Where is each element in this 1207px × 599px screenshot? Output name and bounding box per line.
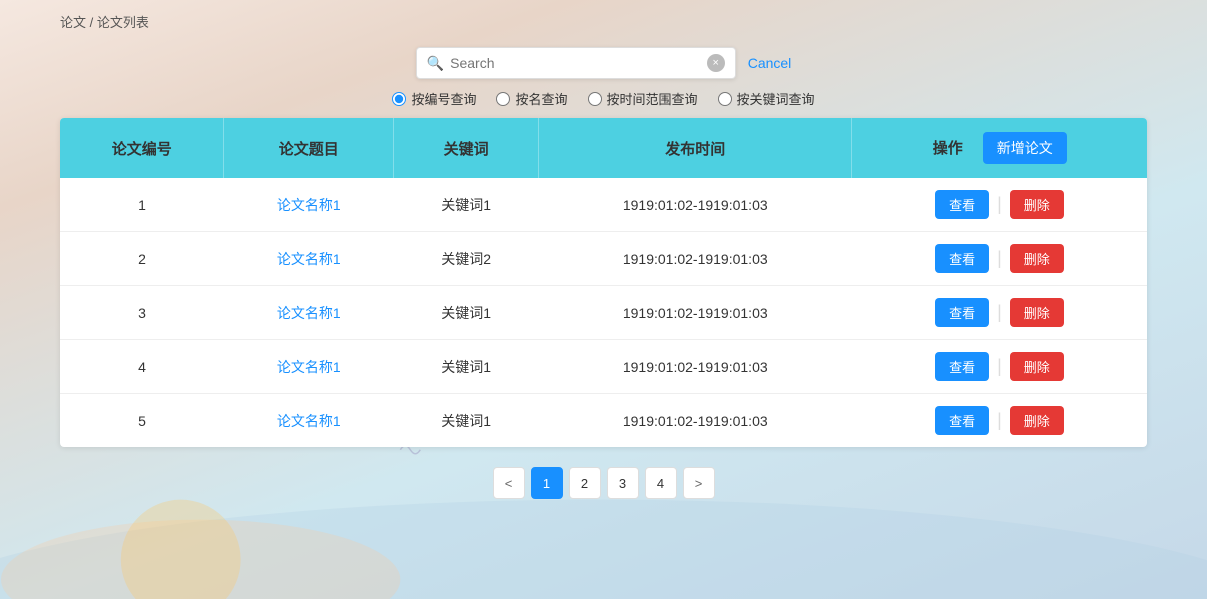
view-button[interactable]: 查看 [935,352,989,381]
cell-time: 1919:01:02-1919:01:03 [539,340,852,394]
delete-button[interactable]: 删除 [1010,190,1064,219]
pagination-page-3[interactable]: 3 [607,467,639,499]
cancel-button[interactable]: Cancel [748,55,792,71]
cell-keywords: 关键词1 [394,394,539,448]
col-header-4: 操作 新增论文 [852,118,1147,178]
filter-radio-by-time[interactable] [588,92,602,106]
action-divider: | [997,356,1002,377]
breadcrumb-root: 论文 [60,15,86,30]
filter-by-time[interactable]: 按时间范围查询 [588,89,698,108]
pagination-next[interactable]: > [683,467,715,499]
cell-title: 论文名称1 [224,286,394,340]
cell-time: 1919:01:02-1919:01:03 [539,286,852,340]
cell-time: 1919:01:02-1919:01:03 [539,394,852,448]
delete-button[interactable]: 删除 [1010,352,1064,381]
cell-id: 1 [60,178,224,232]
cell-keywords: 关键词2 [394,232,539,286]
search-input-wrapper: 🔍 × [416,47,736,79]
table-container: 论文编号论文题目关键词发布时间操作新增论文 1论文名称1关键词11919:01:… [60,118,1147,447]
cell-id: 2 [60,232,224,286]
table-row: 2 论文名称1 关键词21919:01:02-1919:01:03 查看 | 删除 [60,232,1147,286]
breadcrumb-current: 论文列表 [97,15,149,30]
filter-label-by-number: 按编号查询 [411,89,476,108]
cell-id: 5 [60,394,224,448]
search-icon: 🔍 [427,55,444,72]
filter-by-number[interactable]: 按编号查询 [392,89,476,108]
delete-button[interactable]: 删除 [1010,406,1064,435]
view-button[interactable]: 查看 [935,406,989,435]
cell-id: 3 [60,286,224,340]
search-bar-row: 🔍 × Cancel [416,47,792,79]
add-paper-button[interactable]: 新增论文 [983,132,1067,164]
cell-keywords: 关键词1 [394,178,539,232]
pagination-prev[interactable]: < [493,467,525,499]
delete-button[interactable]: 删除 [1010,244,1064,273]
table-row: 5 论文名称1 关键词11919:01:02-1919:01:03 查看 | 删除 [60,394,1147,448]
search-clear-button[interactable]: × [707,54,725,72]
paper-title-link[interactable]: 论文名称1 [277,251,341,267]
filter-radio-by-keyword[interactable] [718,92,732,106]
cell-title: 论文名称1 [224,232,394,286]
filter-label-by-name: 按名查询 [515,89,567,108]
pagination: <1234> [60,467,1147,499]
cell-actions: 查看 | 删除 [852,340,1147,394]
paper-title-link[interactable]: 论文名称1 [277,305,341,321]
paper-title-link[interactable]: 论文名称1 [277,413,341,429]
action-divider: | [997,302,1002,323]
papers-table: 论文编号论文题目关键词发布时间操作新增论文 1论文名称1关键词11919:01:… [60,118,1147,447]
cell-keywords: 关键词1 [394,340,539,394]
breadcrumb: 论文 / 论文列表 [60,12,1147,31]
action-divider: | [997,194,1002,215]
table-row: 3 论文名称1 关键词11919:01:02-1919:01:03 查看 | 删除 [60,286,1147,340]
cell-time: 1919:01:02-1919:01:03 [539,232,852,286]
filter-row: 按编号查询 按名查询 按时间范围查询 按关键词查询 [392,89,814,108]
cell-actions: 查看 | 删除 [852,286,1147,340]
search-input[interactable] [450,55,707,71]
operations-label: 操作 [933,140,963,157]
filter-by-name[interactable]: 按名查询 [496,89,567,108]
col-header-1: 论文题目 [224,118,394,178]
breadcrumb-separator: / [90,15,97,30]
cell-actions: 查看 | 删除 [852,178,1147,232]
cell-actions: 查看 | 删除 [852,232,1147,286]
filter-by-keyword[interactable]: 按关键词查询 [718,89,815,108]
view-button[interactable]: 查看 [935,190,989,219]
paper-title-link[interactable]: 论文名称1 [277,359,341,375]
action-divider: | [997,410,1002,431]
filter-radio-by-name[interactable] [496,92,510,106]
filter-radio-by-number[interactable] [392,92,406,106]
col-header-0: 论文编号 [60,118,224,178]
cell-title: 论文名称1 [224,340,394,394]
view-button[interactable]: 查看 [935,244,989,273]
pagination-page-1[interactable]: 1 [531,467,563,499]
delete-button[interactable]: 删除 [1010,298,1064,327]
pagination-page-4[interactable]: 4 [645,467,677,499]
cell-id: 4 [60,340,224,394]
cell-time: 1919:01:02-1919:01:03 [539,178,852,232]
table-row: 4 论文名称1 关键词11919:01:02-1919:01:03 查看 | 删除 [60,340,1147,394]
cell-keywords: 关键词1 [394,286,539,340]
paper-title-link[interactable]: 论文名称1 [277,197,341,213]
search-area: 🔍 × Cancel 按编号查询 按名查询 按时间范围查询 按关键词查询 [60,47,1147,108]
cell-title: 论文名称1 [224,394,394,448]
table-row: 1 论文名称1 关键词11919:01:02-1919:01:03 查看 | 删除 [60,178,1147,232]
filter-label-by-time: 按时间范围查询 [607,89,698,108]
cell-title: 论文名称1 [224,178,394,232]
col-header-2: 关键词 [394,118,539,178]
cell-actions: 查看 | 删除 [852,394,1147,448]
col-header-3: 发布时间 [539,118,852,178]
pagination-page-2[interactable]: 2 [569,467,601,499]
action-divider: | [997,248,1002,269]
filter-label-by-keyword: 按关键词查询 [737,89,815,108]
view-button[interactable]: 查看 [935,298,989,327]
